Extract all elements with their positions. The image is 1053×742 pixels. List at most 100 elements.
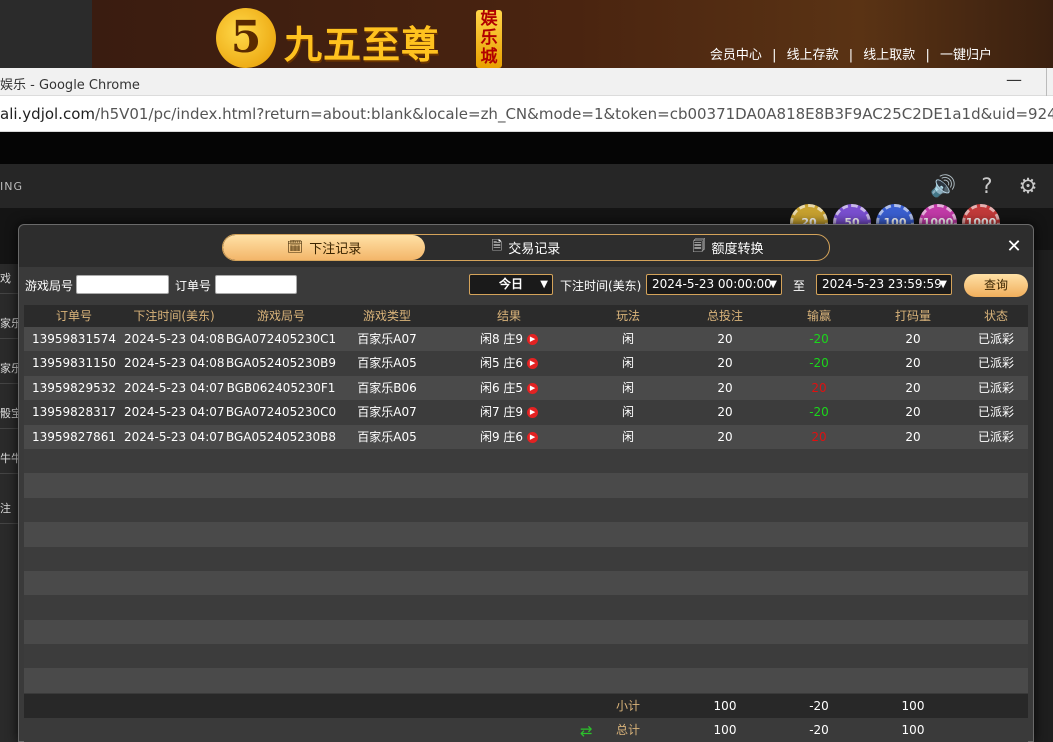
end-time-select[interactable]: 2024-5-23 23:59:59 ▼ [816,274,952,295]
day-select[interactable]: 今日 ▼ [469,274,553,295]
table-header: 订单号 下注时间(美东) 游戏局号 游戏类型 结果 玩法 总投注 输赢 打码量 … [24,305,1028,327]
cell-game-type: 百家乐A05 [357,429,417,444]
cell-valid-bet: 20 [905,356,921,371]
cell-win-loss: -20 [809,405,829,420]
close-icon[interactable]: ✕ [1004,237,1024,257]
link-one-click-return[interactable]: 一键归户 [940,48,992,63]
cell-game-type: 百家乐A07 [357,405,417,420]
refresh-icon[interactable]: ⇄ [580,722,593,740]
play-video-icon[interactable]: ▶ [527,407,539,419]
chevron-down-icon: ▼ [939,279,947,290]
empty-row [24,595,1028,620]
help-icon[interactable]: ? [974,173,1000,199]
cell-total-bet: 20 [717,380,733,395]
total-bet: 100 [713,723,737,737]
sound-icon[interactable]: 🔊 [930,173,956,199]
cell-bet-time: 2024-5-23 04:07 [124,380,224,395]
day-select-value: 今日 [498,277,523,291]
cell-play: 闲 [621,332,634,346]
cell-play: 闲 [621,405,634,420]
calendar-icon: 🗓 [286,240,304,255]
link-member-center[interactable]: 会员中心 [710,48,762,63]
cell-game-round: BGB062405230F1 [226,380,336,395]
browser-title-bar: 娱乐 - Google Chrome — [0,68,1053,96]
play-video-icon[interactable]: ▶ [527,358,539,370]
tab-bet-records[interactable]: 🗓 下注记录 [223,235,425,260]
cell-result: 闲6 庄5 ▶ [436,376,582,400]
col-result: 结果 [496,309,521,323]
total-row: ⇄ 总计 100 -20 100 [24,718,1028,742]
game-no-input[interactable] [76,275,169,294]
total-label: 总计 [615,723,640,737]
url-path: /h5V01/pc/index.html?return=about:blank&… [95,105,1053,123]
window-title: 娱乐 - Google Chrome [0,78,140,93]
empty-row [24,644,1028,669]
cell-valid-bet: 20 [905,429,921,444]
play-video-icon[interactable]: ▶ [527,334,539,345]
cell-total-bet: 20 [717,332,733,346]
cell-order-no: 13959831150 [32,356,116,371]
col-valid-bet: 打码量 [894,309,931,323]
bet-record-modal: 🗓 下注记录 🗎 交易记录 🗐 额度转换 ✕ 游戏局号 订单号 今日 ▼ 下注时间(美东… [18,224,1034,742]
bet-time-label: 下注时间(美东) [560,279,642,293]
cell-game-round: BGA072405230C0 [225,405,337,420]
cell-result: 闲5 庄6 ▶ [436,351,582,375]
subtotal-win-loss: -20 [809,699,829,713]
cell-bet-time: 2024-5-23 04:07 [124,405,224,420]
order-no-label: 订单号 [175,279,212,293]
cell-win-loss: -20 [809,356,829,371]
empty-row [24,619,1028,645]
cell-valid-bet: 20 [905,332,921,346]
empty-row [24,497,1028,523]
cell-game-type: 百家乐B06 [357,380,417,395]
cell-status: 已派彩 [977,380,1014,395]
cell-game-round: BGA052405230B9 [225,356,337,371]
cell-status: 已派彩 [977,356,1014,371]
tab-credit-transfer[interactable]: 🗐 额度转换 [627,235,829,260]
empty-row [24,668,1028,693]
play-video-icon[interactable]: ▶ [527,382,539,394]
logo-text: 九五至尊 [284,22,441,67]
cell-game-type: 百家乐A07 [357,332,417,346]
table-body: 13959831574 2024-5-23 04:08 BGA072405230C1… [24,327,1028,693]
query-button[interactable]: 查询 [964,274,1028,297]
table-row: 13959828317 2024-5-23 04:07 BGA072405230C0… [24,400,1028,425]
minimize-button[interactable]: — [1006,70,1022,89]
tab-transaction-records[interactable]: 🗎 交易记录 [425,235,627,260]
cell-total-bet: 20 [717,429,733,444]
cell-bet-time: 2024-5-23 04:08 [124,332,224,346]
col-win-loss: 输赢 [806,309,831,323]
game-toolbar: ING 🔊 ? ⚙ [0,164,1053,208]
col-total-bet: 总投注 [706,309,743,323]
link-deposit[interactable]: 线上存款 [787,48,839,63]
empty-row [24,522,1028,547]
site-banner: 5 九五至尊 娱乐城 会员中心 | 线上存款 | 线上取款 | 一键归户 [0,0,1053,68]
window-edge [1046,68,1053,96]
chevron-down-icon: ▼ [769,279,777,290]
cell-win-loss: -20 [809,332,829,346]
chevron-down-icon: ▼ [540,279,548,290]
order-no-input[interactable] [215,275,297,294]
gear-icon[interactable]: ⚙ [1015,173,1041,199]
address-bar[interactable]: ali.ydjol.com/h5V01/pc/index.html?return… [0,96,1053,132]
cell-play: 闲 [621,429,634,444]
cell-order-no: 13959827861 [32,429,116,444]
total-valid: 100 [901,723,925,737]
subtotal-row: 小计 100 -20 100 [24,694,1028,718]
play-video-icon[interactable]: ▶ [527,431,539,443]
cell-status: 已派彩 [977,332,1014,346]
cell-valid-bet: 20 [905,405,921,420]
col-bet-time: 下注时间(美东) [133,309,215,323]
url-text[interactable]: ali.ydjol.com/h5V01/pc/index.html?return… [0,105,1053,123]
col-status: 状态 [983,309,1008,323]
start-time-select[interactable]: 2024-5-23 00:00:00 ▼ [646,274,782,295]
cell-status: 已派彩 [977,429,1014,444]
logo-tag: 娱乐城 [476,10,502,68]
cell-win-loss: 20 [811,380,827,395]
table-row: 13959827861 2024-5-23 04:07 BGA052405230B8… [24,424,1028,449]
end-time-value: 2024-5-23 23:59:59 [822,277,942,291]
cell-status: 已派彩 [977,405,1014,420]
link-withdraw[interactable]: 线上取款 [863,48,915,63]
bet-record-table: 订单号 下注时间(美东) 游戏局号 游戏类型 结果 玩法 总投注 输赢 打码量 … [24,305,1028,693]
cell-win-loss: 20 [811,429,827,444]
